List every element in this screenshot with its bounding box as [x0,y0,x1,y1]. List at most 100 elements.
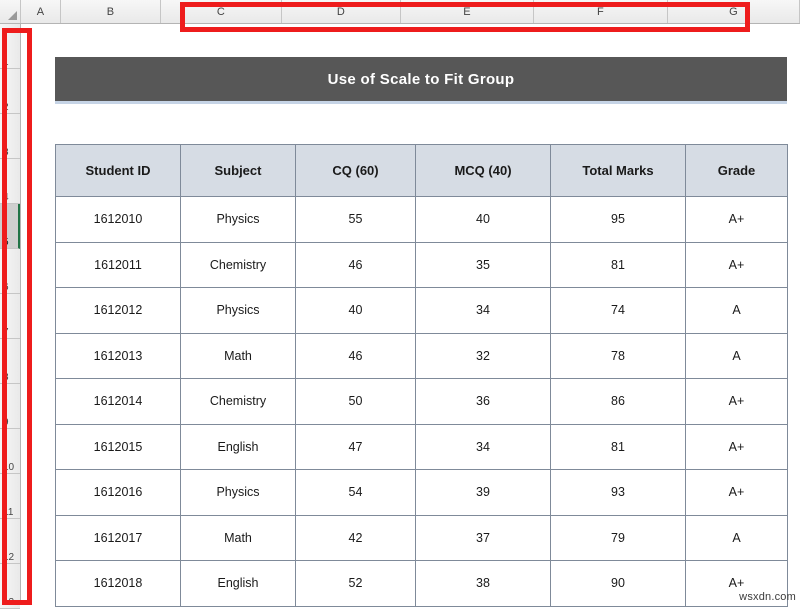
table-cell[interactable]: A [685,332,788,379]
table-cell[interactable]: A+ [685,469,788,516]
table-cell[interactable]: English [180,560,296,607]
table-cell[interactable]: 1612012 [55,287,181,334]
column-header-strip: ABCDEFG [0,0,800,24]
select-all-triangle-icon [8,11,17,20]
table-cell[interactable]: 81 [550,423,686,470]
table-cell[interactable]: 90 [550,560,686,607]
column-header-a[interactable]: A [21,0,61,23]
table-cell[interactable]: 86 [550,378,686,425]
table-cell[interactable]: 34 [415,423,551,470]
table-cell[interactable]: 46 [295,332,416,379]
column-header-c[interactable]: C [161,0,282,23]
table-cell[interactable]: 74 [550,287,686,334]
table-cell[interactable]: A+ [685,241,788,288]
column-header-e[interactable]: E [401,0,534,23]
row-header-6[interactable]: 6 [0,249,20,294]
table-cell[interactable]: 50 [295,378,416,425]
table-cell[interactable]: 42 [295,514,416,561]
row-header-11[interactable]: 11 [0,474,20,519]
table-cell[interactable]: Chemistry [180,378,296,425]
row-header-4[interactable]: 4 [0,159,20,204]
row-header-1[interactable]: 1 [0,24,20,69]
table-cell[interactable]: 40 [295,287,416,334]
table-cell[interactable]: A+ [685,378,788,425]
table-cell[interactable]: 38 [415,560,551,607]
row-header-8[interactable]: 8 [0,339,20,384]
row-header-10[interactable]: 10 [0,429,20,474]
row-header-5[interactable]: 5 [0,204,20,249]
row-header-9[interactable]: 9 [0,384,20,429]
table-column-header: Subject [180,144,296,197]
table-column-header: Student ID [55,144,181,197]
table-row: 1612013 Math 46 32 78 A [55,332,788,379]
table-cell[interactable]: 1612018 [55,560,181,607]
row-header-strip: 1 2 3 4 5 6 7 8 9 10 11 12 13 [0,24,21,609]
watermark: wsxdn.com [739,591,796,603]
table-header: Student ID Subject CQ (60) MCQ (40) Total Ma… [55,144,788,197]
table-column-header: CQ (60) [295,144,416,197]
table-cell[interactable]: 1612010 [55,196,181,243]
table-cell[interactable]: 32 [415,332,551,379]
row-header-7[interactable]: 7 [0,294,20,339]
column-header-f[interactable]: F [534,0,668,23]
table-cell[interactable]: 37 [415,514,551,561]
table-cell[interactable]: 93 [550,469,686,516]
table-cell[interactable]: 35 [415,241,551,288]
report-title-banner[interactable]: Use of Scale to Fit Group [55,57,787,104]
table-cell[interactable]: 1612017 [55,514,181,561]
row-header-13[interactable]: 13 [0,564,20,609]
table-cell[interactable]: 95 [550,196,686,243]
table-cell[interactable]: 54 [295,469,416,516]
table-cell[interactable]: 1612016 [55,469,181,516]
table-column-header: Grade [685,144,788,197]
table-cell[interactable]: Math [180,514,296,561]
table-cell[interactable]: A [685,287,788,334]
table-cell[interactable]: Physics [180,196,296,243]
table-cell[interactable]: 52 [295,560,416,607]
table-cell[interactable]: Chemistry [180,241,296,288]
table-header-row: Student ID Subject CQ (60) MCQ (40) Total Ma… [55,144,788,197]
table-row: 1612012 Physics 40 34 74 A [55,287,788,334]
table-cell[interactable]: Physics [180,469,296,516]
table-cell[interactable]: 40 [415,196,551,243]
table-cell[interactable]: 47 [295,423,416,470]
table-cell[interactable]: A [685,514,788,561]
table-cell[interactable]: 1612014 [55,378,181,425]
row-header-12[interactable]: 12 [0,519,20,564]
table-cell[interactable]: 79 [550,514,686,561]
table-row: 1612018 English 52 38 90 A+ [55,560,788,607]
table-row: 1612015 English 47 34 81 A+ [55,423,788,470]
table-row: 1612011 Chemistry 46 35 81 A+ [55,241,788,288]
table-row: 1612010 Physics 55 40 95 A+ [55,196,788,243]
table-row: 1612016 Physics 54 39 93 A+ [55,469,788,516]
table-column-header: Total Marks [550,144,686,197]
page-title: Use of Scale to Fit Group [327,70,515,88]
table-row: 1612017 Math 42 37 79 A [55,514,788,561]
table-cell[interactable]: Math [180,332,296,379]
table-row: 1612014 Chemistry 50 36 86 A+ [55,378,788,425]
column-header-d[interactable]: D [282,0,401,23]
table-cell[interactable]: 1612013 [55,332,181,379]
select-all-button[interactable] [0,0,21,23]
table-column-header: MCQ (40) [415,144,551,197]
table-cell[interactable]: 34 [415,287,551,334]
student-marks-table: Student ID Subject CQ (60) MCQ (40) Total Ma… [55,144,788,607]
table-cell[interactable]: Physics [180,287,296,334]
row-header-2[interactable]: 2 [0,69,20,114]
table-cell[interactable]: English [180,423,296,470]
column-header-b[interactable]: B [61,0,161,23]
table-cell[interactable]: A+ [685,423,788,470]
table-cell[interactable]: 78 [550,332,686,379]
table-cell[interactable]: 55 [295,196,416,243]
column-header-g[interactable]: G [668,0,800,23]
table-cell[interactable]: 81 [550,241,686,288]
table-cell[interactable]: 1612011 [55,241,181,288]
table-cell[interactable]: 36 [415,378,551,425]
table-cell[interactable]: 1612015 [55,423,181,470]
table-cell[interactable]: A+ [685,196,788,243]
table-body: 1612010 Physics 55 40 95 A+ 1612011 Chemistry 46… [55,196,788,607]
row-header-3[interactable]: 3 [0,114,20,159]
table-cell[interactable]: 39 [415,469,551,516]
table-cell[interactable]: 46 [295,241,416,288]
spreadsheet-shell: ABCDEFG 1 2 3 4 5 6 7 8 9 10 11 12 13 Use of Scale t… [0,0,800,609]
